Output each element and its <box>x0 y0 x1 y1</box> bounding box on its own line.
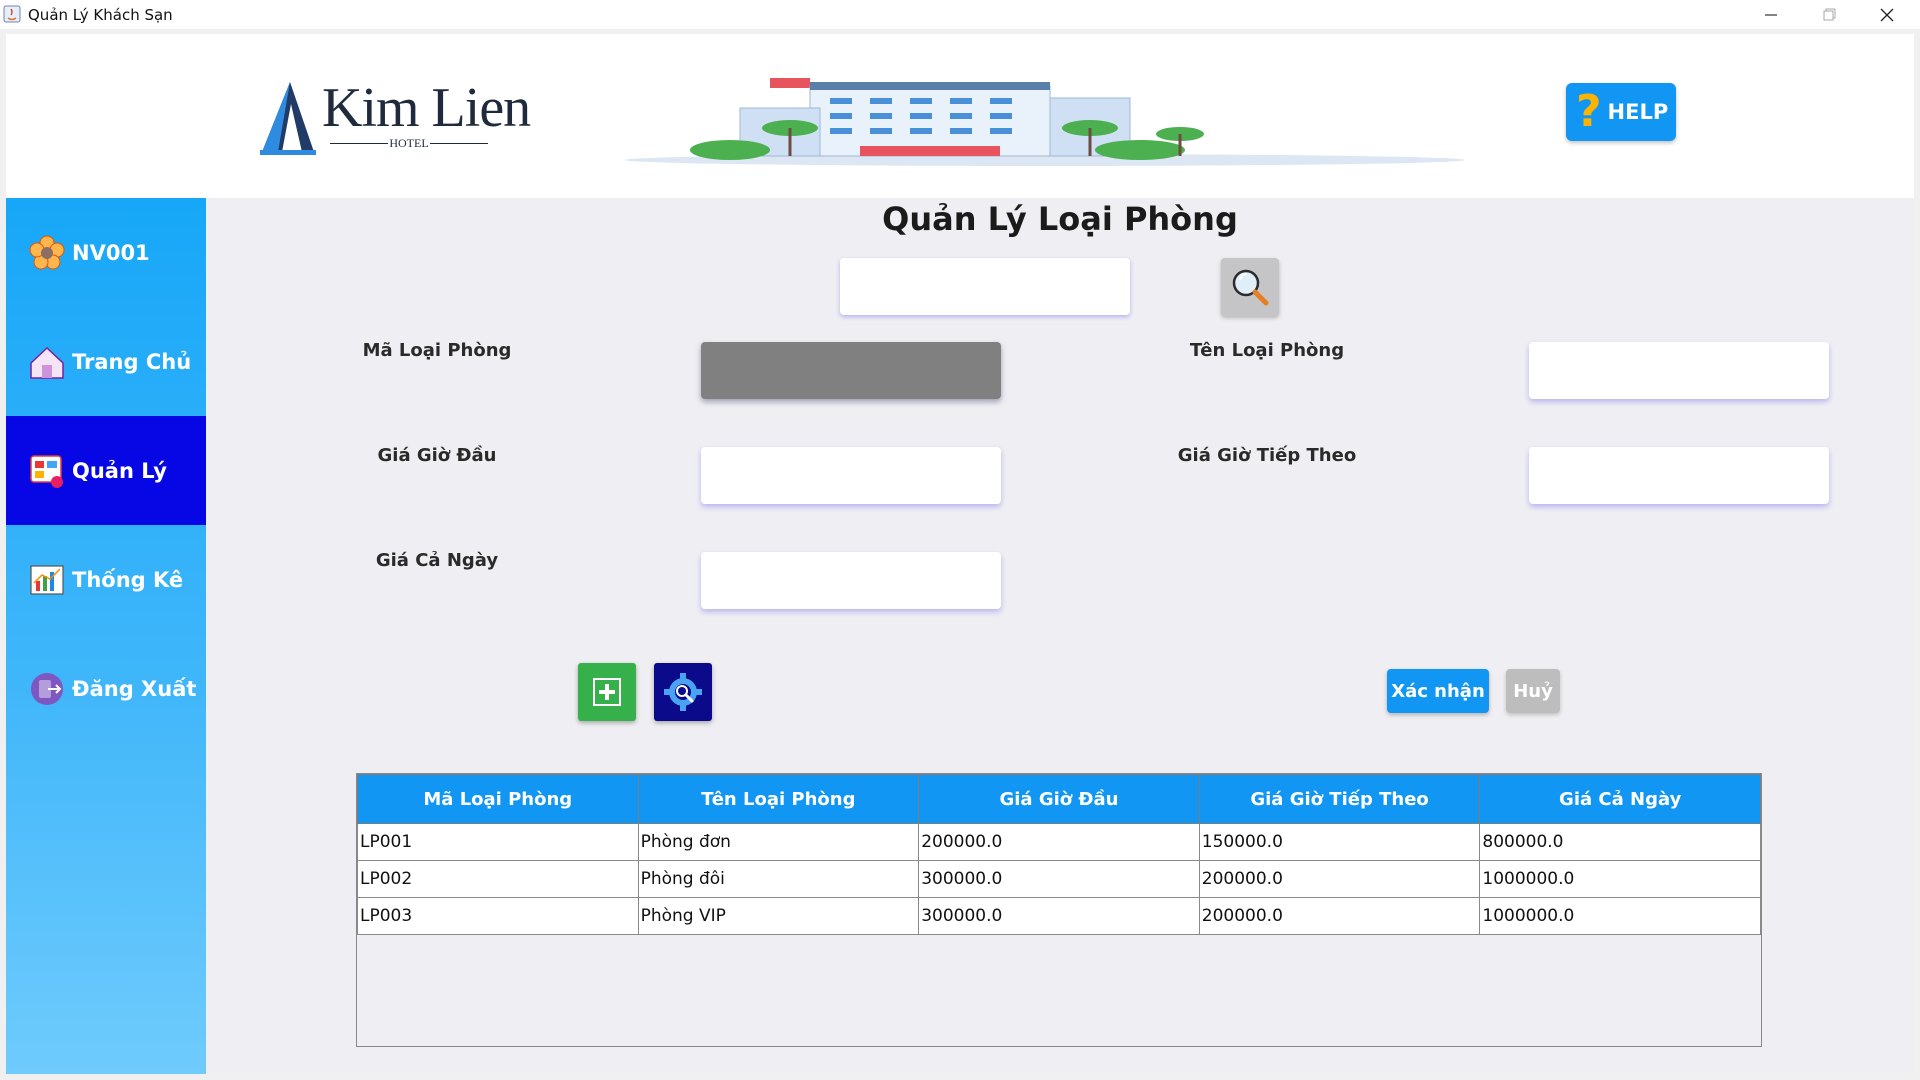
search-input[interactable] <box>840 258 1130 315</box>
sidebar-item-quan-ly[interactable]: Quản Lý <box>6 416 206 525</box>
column-header[interactable]: Mã Loại Phòng <box>357 774 639 824</box>
edit-button[interactable] <box>654 663 712 721</box>
gia-gio-dau-field[interactable] <box>701 447 1001 504</box>
logo-name: Kim Lien <box>322 77 531 139</box>
table-cell: 1000000.0 <box>1479 860 1761 898</box>
table-cell: 1000000.0 <box>1479 897 1761 935</box>
help-button[interactable]: ? HELP <box>1566 83 1676 141</box>
title-bar: Quản Lý Khách Sạn <box>0 0 1920 29</box>
search-icon <box>1232 269 1269 306</box>
sidebar-item-thong-ke[interactable]: Thống Kê <box>6 525 206 634</box>
settings-search-icon <box>664 673 702 711</box>
table-cell: 300000.0 <box>918 897 1200 935</box>
ten-loai-phong-label: Tên Loại Phòng <box>1189 340 1345 361</box>
window-title: Quản Lý Khách Sạn <box>28 6 173 24</box>
search-button[interactable] <box>1221 258 1279 316</box>
table-cell: 800000.0 <box>1479 823 1761 861</box>
sidebar-item-dang-xuat[interactable]: Đăng Xuất <box>6 634 206 743</box>
sidebar-item-label: Thống Kê <box>72 567 184 592</box>
sidebar-item-label: Trang Chủ <box>72 349 192 374</box>
column-header[interactable]: Giá Cả Ngày <box>1479 774 1761 824</box>
table-cell: Phòng đôi <box>637 860 920 898</box>
java-app-icon <box>3 5 21 23</box>
ma-loai-phong-field <box>701 342 1001 399</box>
column-header[interactable]: Tên Loại Phòng <box>637 774 920 824</box>
table-cell: 200000.0 <box>1198 860 1481 898</box>
table-row[interactable]: LP001 Phòng đơn 200000.0 150000.0 800000… <box>357 823 1761 861</box>
table-cell: 300000.0 <box>918 860 1200 898</box>
table-cell: LP002 <box>357 860 639 898</box>
table-cell: 150000.0 <box>1198 823 1481 861</box>
gia-gio-dau-label: Giá Giờ Đầu <box>377 445 497 466</box>
column-header[interactable]: Giá Giờ Tiếp Theo <box>1198 774 1481 824</box>
hotel-building-illustration <box>625 78 1465 166</box>
ma-loai-phong-label: Mã Loại Phòng <box>362 340 512 361</box>
close-icon[interactable] <box>1858 0 1916 29</box>
sidebar-item-label: Quản Lý <box>72 458 167 483</box>
statistics-icon <box>28 561 66 599</box>
sidebar-item-label: NV001 <box>72 240 150 265</box>
logout-icon <box>28 670 66 708</box>
user-flower-icon <box>28 234 66 272</box>
logo-subtitle: HOTEL <box>330 136 488 150</box>
sidebar-item-nv001[interactable]: NV001 <box>6 198 206 307</box>
table-cell: LP003 <box>357 897 639 935</box>
add-button[interactable] <box>578 663 636 721</box>
table-header-row: Mã Loại Phòng Tên Loại Phòng Giá Giờ Đầu… <box>357 774 1761 824</box>
question-icon: ? <box>1576 86 1602 137</box>
column-header[interactable]: Giá Giờ Đầu <box>918 774 1200 824</box>
gia-ca-ngay-field[interactable] <box>701 552 1001 609</box>
page-title: Quản Lý Loại Phòng <box>882 200 1238 238</box>
data-table: Mã Loại Phòng Tên Loại Phòng Giá Giờ Đầu… <box>357 774 1761 935</box>
gia-gio-tiep-theo-label: Giá Giờ Tiếp Theo <box>1177 445 1357 466</box>
management-icon <box>28 452 66 490</box>
table-cell: Phòng đơn <box>637 823 920 861</box>
ten-loai-phong-field[interactable] <box>1529 342 1829 399</box>
table-cell: 200000.0 <box>918 823 1200 861</box>
help-label: HELP <box>1607 100 1669 124</box>
logo-triangle-icon <box>260 82 316 155</box>
table-row[interactable]: LP003 Phòng VIP 300000.0 200000.0 100000… <box>357 897 1761 935</box>
table-cell: LP001 <box>357 823 639 861</box>
table-cell: 200000.0 <box>1198 897 1481 935</box>
sidebar: NV001 Trang Chủ Quản Lý Thống Kê Đăng Xu… <box>6 198 206 1074</box>
maximize-icon[interactable] <box>1800 0 1858 29</box>
cancel-button[interactable]: Huỷ <box>1506 669 1560 713</box>
gia-ca-ngay-label: Giá Cả Ngày <box>375 550 499 571</box>
minimize-icon[interactable] <box>1742 0 1800 29</box>
confirm-button[interactable]: Xác nhận <box>1387 669 1489 713</box>
plus-icon <box>593 678 621 706</box>
table-row[interactable]: LP002 Phòng đôi 300000.0 200000.0 100000… <box>357 860 1761 898</box>
home-icon <box>28 343 66 381</box>
room-type-table: Mã Loại Phòng Tên Loại Phòng Giá Giờ Đầu… <box>356 773 1762 1047</box>
sidebar-item-label: Đăng Xuất <box>72 676 197 701</box>
sidebar-item-trang-chu[interactable]: Trang Chủ <box>6 307 206 416</box>
table-cell: Phòng VIP <box>637 897 920 935</box>
gia-gio-tiep-theo-field[interactable] <box>1529 447 1829 504</box>
